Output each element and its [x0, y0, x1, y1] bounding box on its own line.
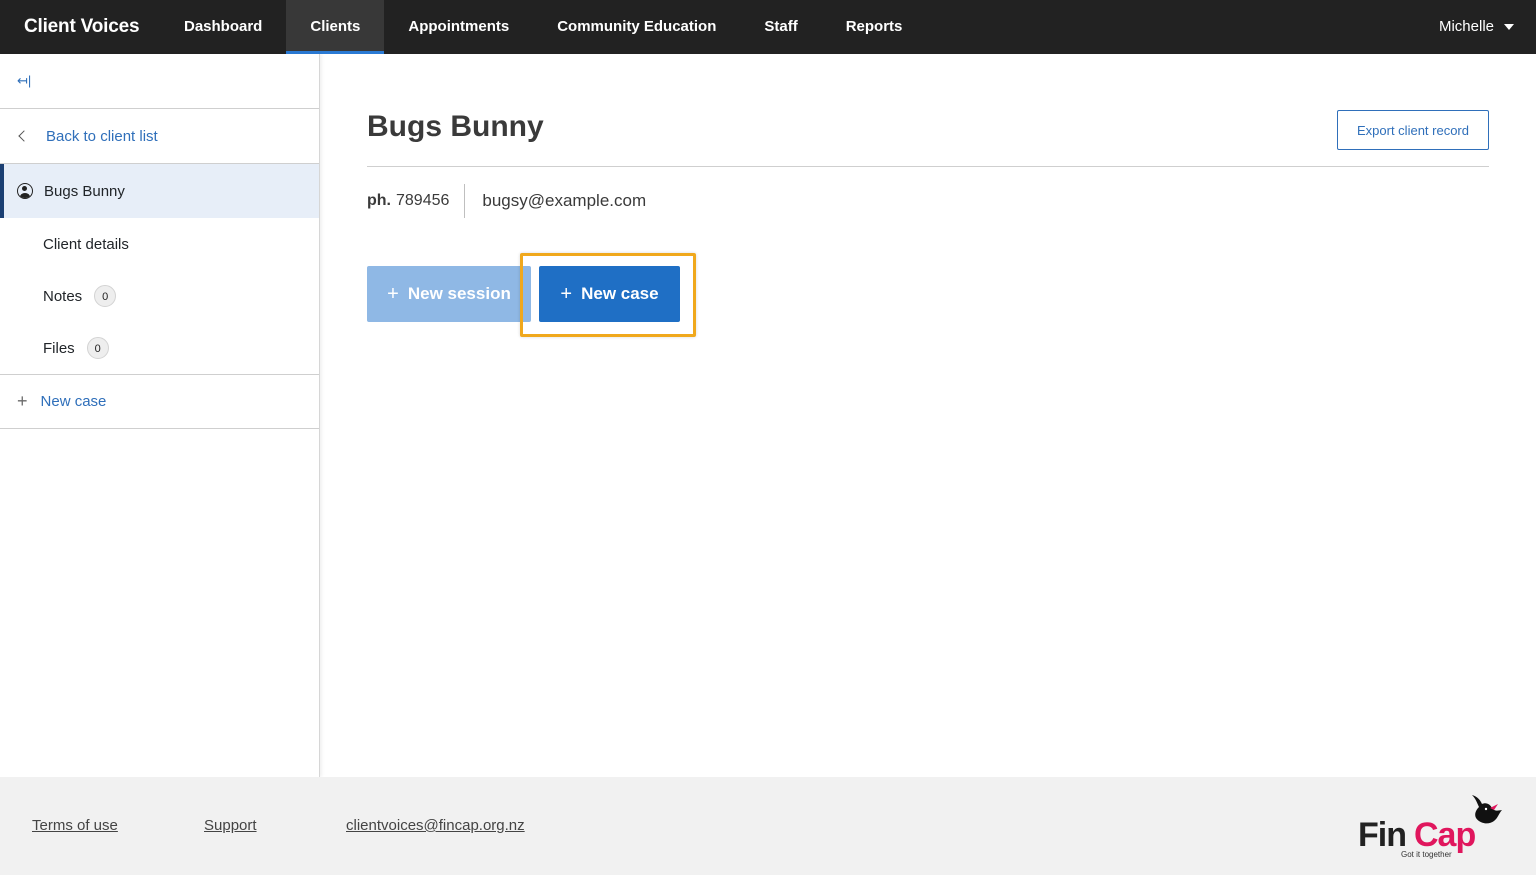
plus-icon: + — [560, 282, 573, 305]
chevron-down-icon — [1504, 24, 1514, 30]
chevron-left-icon — [18, 130, 30, 142]
fincap-logo: Fin Cap Got it together — [1358, 795, 1502, 859]
user-menu[interactable]: Michelle — [1439, 0, 1536, 54]
sidebar-item-label: Files — [43, 339, 75, 357]
sidebar-item-client-details[interactable]: Client details — [0, 218, 319, 270]
action-buttons: + New session + New case — [367, 235, 1489, 355]
collapse-icon: ↤| — [17, 73, 32, 88]
notes-count-badge: 0 — [94, 285, 117, 307]
sidebar-new-case-label: New case — [40, 393, 107, 410]
nav-dashboard[interactable]: Dashboard — [160, 0, 286, 54]
support-link[interactable]: Support — [204, 817, 257, 834]
plus-icon: + — [17, 391, 28, 411]
sidebar-item-label: Notes — [43, 287, 83, 305]
sidebar-item-files[interactable]: Files 0 — [0, 322, 319, 374]
back-label: Back to client list — [46, 127, 158, 145]
logo-text-cap: Cap — [1414, 816, 1475, 854]
files-count-badge: 0 — [86, 337, 109, 359]
phone-label: ph. — [367, 192, 391, 209]
sidebar-item-notes[interactable]: Notes 0 — [0, 270, 319, 322]
new-case-button[interactable]: + New case — [539, 266, 680, 322]
bird-icon — [1472, 795, 1502, 824]
new-session-button[interactable]: + New session — [367, 266, 531, 322]
top-navbar: Client Voices Dashboard Clients Appointm… — [0, 0, 1536, 54]
terms-of-use-link[interactable]: Terms of use — [32, 817, 118, 834]
contact-info: ph. 789456 bugsy@example.com — [367, 167, 1489, 235]
main-content: Bugs Bunny Export client record ph. 7894… — [367, 54, 1489, 355]
app-brand[interactable]: Client Voices — [0, 0, 160, 54]
back-to-client-list-link[interactable]: Back to client list — [0, 109, 319, 164]
phone-value: 789456 — [396, 192, 450, 209]
nav-clients[interactable]: Clients — [286, 0, 385, 54]
contact-email-link[interactable]: clientvoices@fincap.org.nz — [346, 817, 525, 834]
plus-icon: + — [387, 282, 399, 305]
user-name: Michelle — [1438, 18, 1494, 35]
logo-tagline: Got it together — [1401, 850, 1452, 859]
logo-text-fin: Fin — [1358, 816, 1406, 854]
client-email: bugsy@example.com — [482, 191, 647, 210]
nav-community-education[interactable]: Community Education — [533, 0, 740, 54]
sidebar-item-label: Client details — [43, 235, 129, 253]
export-client-record-button[interactable]: Export client record — [1337, 110, 1489, 150]
nav-staff[interactable]: Staff — [740, 0, 821, 54]
new-session-label: New session — [407, 284, 511, 303]
sidebar-client-name: Bugs Bunny — [44, 182, 125, 200]
sidebar: ↤| Back to client list Bugs Bunny Client… — [0, 54, 320, 777]
footer: Terms of use Support clientvoices@fincap… — [0, 777, 1536, 875]
page-title: Bugs Bunny — [367, 110, 544, 143]
nav-appointments[interactable]: Appointments — [384, 0, 533, 54]
new-case-label: New case — [581, 284, 659, 303]
sidebar-new-case-link[interactable]: + New case — [0, 374, 319, 429]
person-icon — [17, 183, 33, 199]
sidebar-item-client[interactable]: Bugs Bunny — [0, 164, 319, 218]
page-header: Bugs Bunny Export client record — [367, 54, 1489, 167]
collapse-sidebar-button[interactable]: ↤| — [0, 54, 319, 109]
nav-reports[interactable]: Reports — [822, 0, 927, 54]
phone-number: ph. 789456 — [367, 184, 466, 218]
